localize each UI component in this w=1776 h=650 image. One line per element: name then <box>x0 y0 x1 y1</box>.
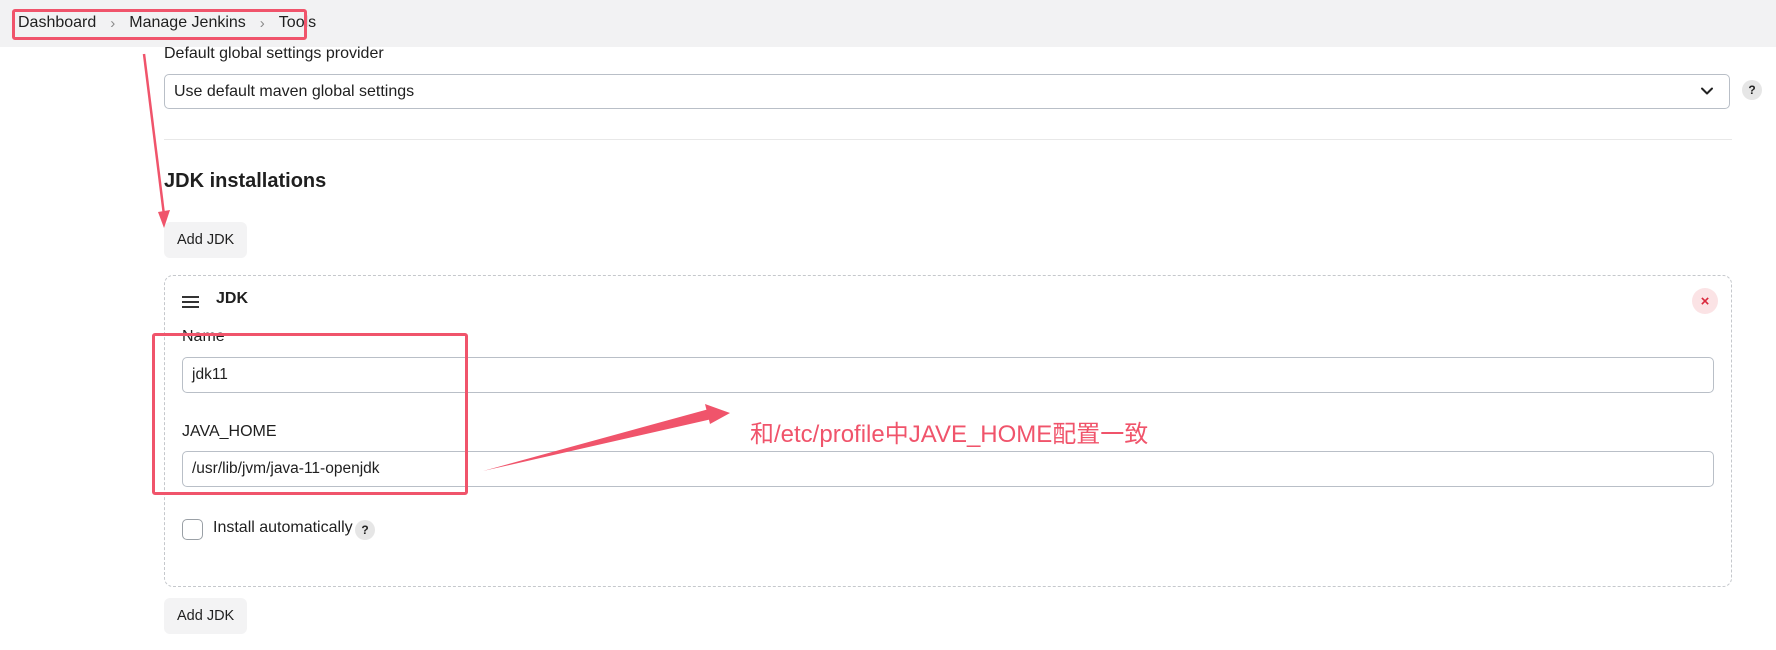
section-divider <box>164 139 1732 140</box>
annotation-fields-box <box>152 333 468 495</box>
chevron-down-icon <box>1701 87 1713 95</box>
annotation-text: 和/etc/profile中JAVE_HOME配置一致 <box>750 421 1149 448</box>
global-settings-label: Default global settings provider <box>164 45 384 62</box>
global-settings-help-icon[interactable]: ? <box>1742 80 1762 100</box>
global-settings-select[interactable]: Use default maven global settings <box>164 74 1730 109</box>
jdk-section-title: JDK installations <box>164 170 327 192</box>
global-settings-value: Use default maven global settings <box>174 82 415 100</box>
install-automatically-label: Install automatically <box>213 519 353 536</box>
close-icon[interactable]: × <box>1692 288 1718 314</box>
install-automatically-checkbox[interactable] <box>182 519 203 540</box>
jdk-item-title: JDK <box>216 290 249 307</box>
annotation-breadcrumb-box <box>12 9 307 40</box>
annotation-arrow-down <box>142 53 166 216</box>
install-automatically-help-icon[interactable]: ? <box>355 520 375 540</box>
drag-handle-icon[interactable] <box>182 296 199 311</box>
add-jdk-button-bottom[interactable]: Add JDK <box>164 598 248 634</box>
add-jdk-button-top[interactable]: Add JDK <box>164 222 248 258</box>
